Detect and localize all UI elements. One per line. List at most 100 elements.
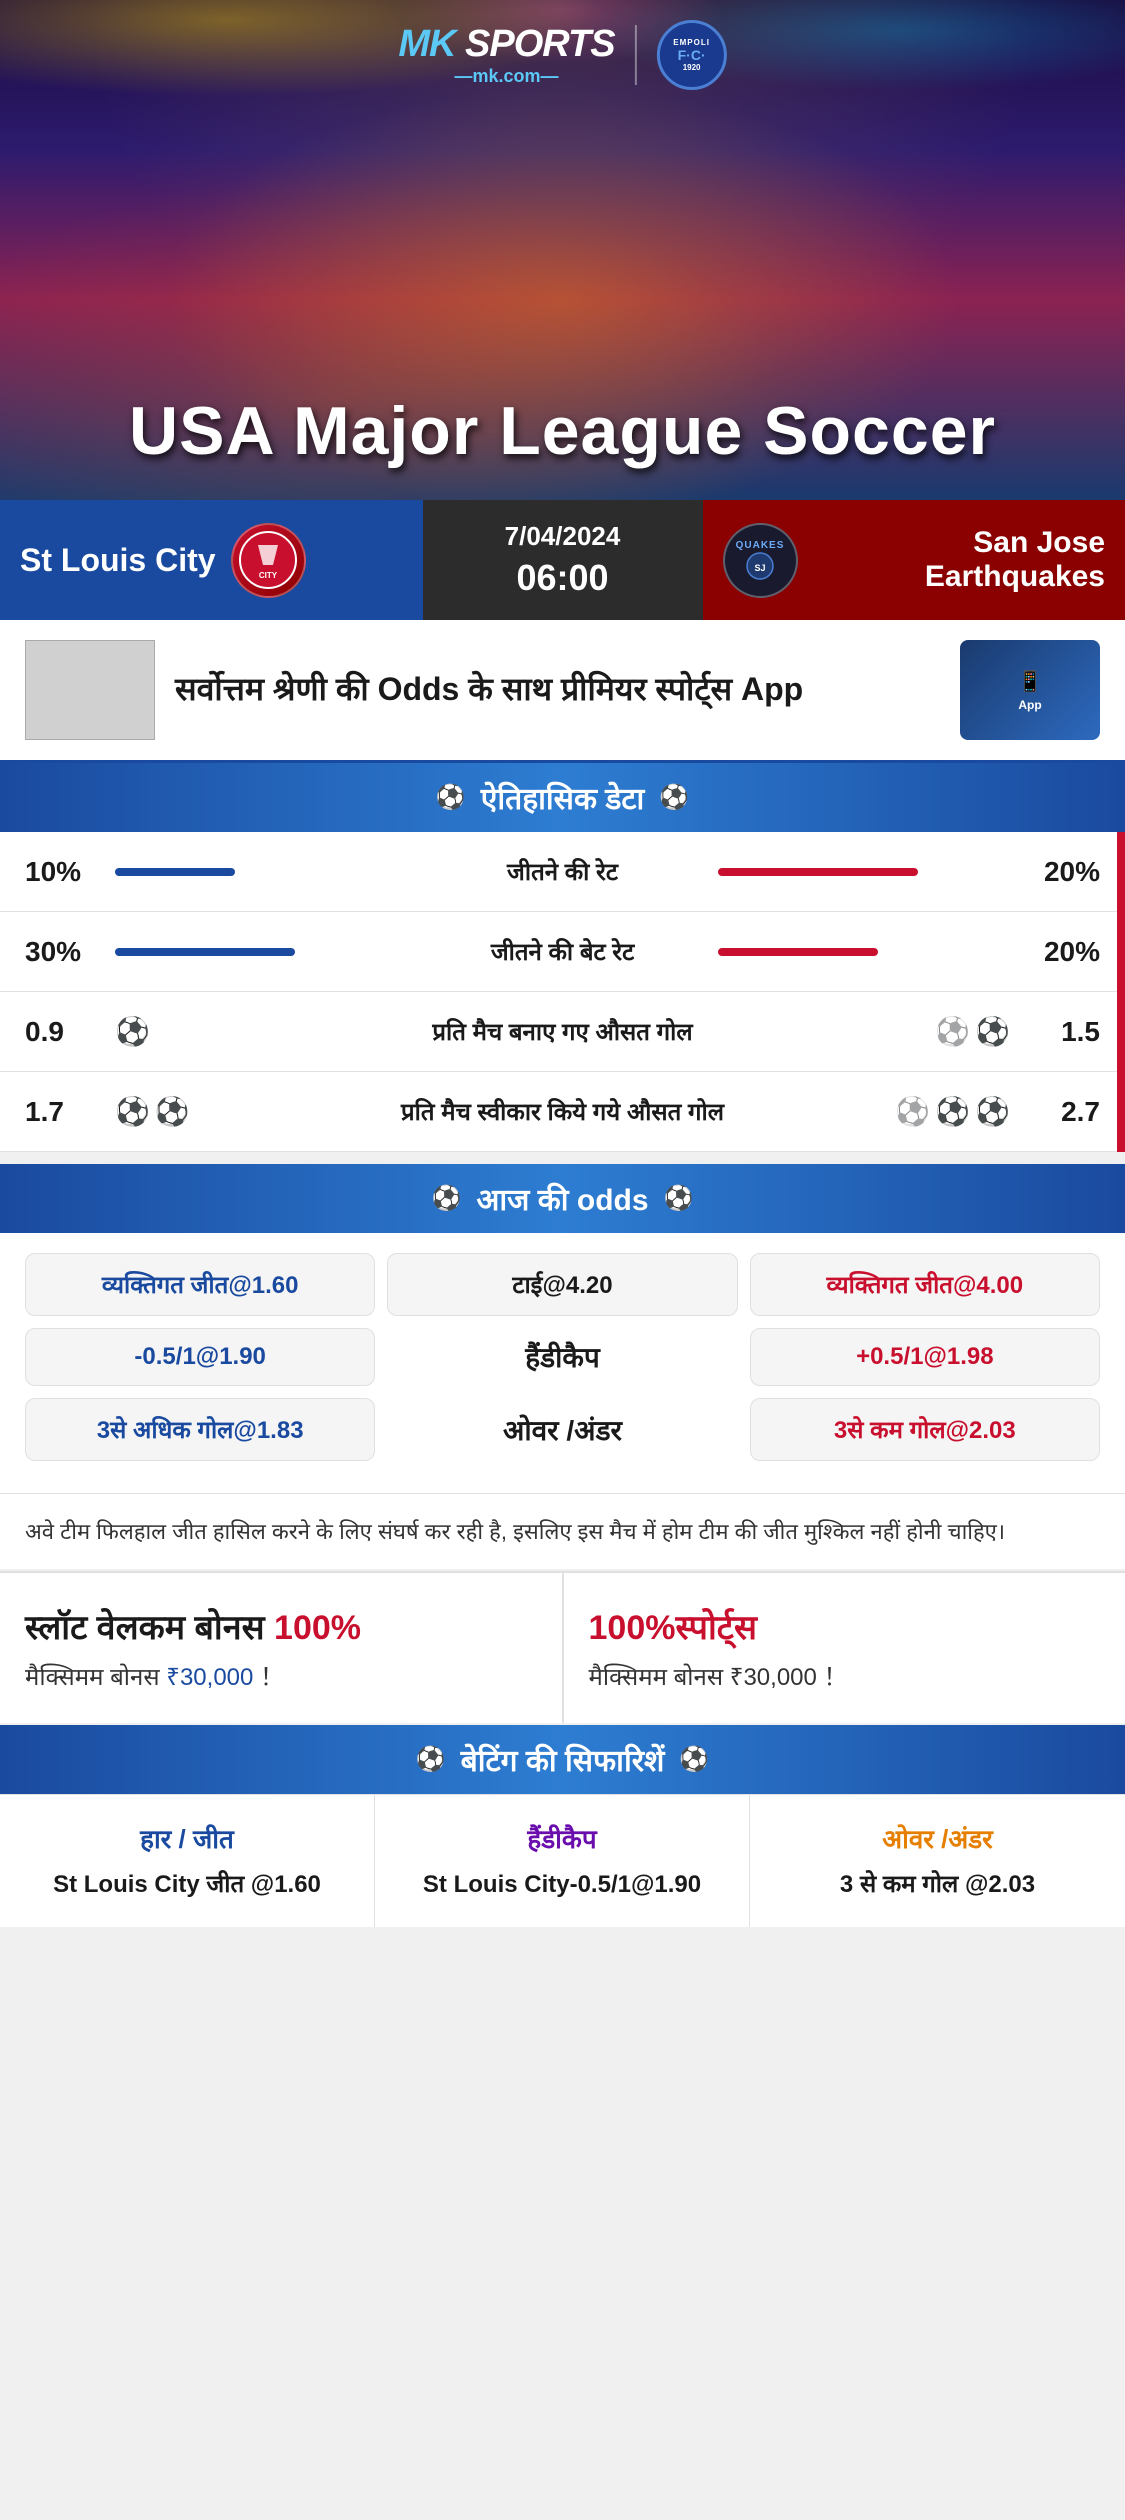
betting-ball-left: ⚽ [416,1745,446,1774]
betting-col-2: हैंडीकैप St Louis City-0.5/1@1.90 [375,1795,750,1927]
bonus-right-title: 100%स्पोर्ट्स [589,1603,1101,1649]
odds-container: ⚽ आज की odds ⚽ व्यक्तिगत जीत@1.60 टाई@4.… [0,1164,1125,1569]
odds-over-left[interactable]: 3से अधिक गोल@1.83 [25,1398,375,1461]
goals-conceded-right: 2.7 [1020,1096,1100,1128]
match-center: 7/04/2024 06:00 [423,500,703,620]
stlouis-logo: CITY [231,523,306,598]
bet-rate-bar-right [718,948,1010,956]
ball-4b: ⚽ [935,1095,970,1128]
match-time: 06:00 [516,557,608,599]
bonus-right[interactable]: 100%स्पोर्ट्स मैक्सिमम बोनस ₹30,000 ！ [564,1573,1125,1723]
betting-type-3: ओवर /अंडर [770,1820,1105,1856]
odds-section: व्यक्तिगत जीत@1.60 टाई@4.20 व्यक्तिगत जी… [0,1233,1125,1493]
odds-handicap-left[interactable]: -0.5/1@1.90 [25,1328,375,1386]
betting-section-header: ⚽ बेटिंग की सिफारिशें ⚽ [0,1725,1125,1794]
team-left: St Louis City CITY [0,500,423,620]
accent-bar-2 [1117,912,1125,992]
betting-grid: हार / जीत St Louis City जीत @1.60 हैंडीक… [0,1794,1125,1927]
logo-divider [635,25,637,85]
bet-rate-bar-left [115,948,407,956]
odds-row-3: 3से अधिक गोल@1.83 ओवर /अंडर 3से कम गोल@2… [25,1398,1100,1461]
promo-banner[interactable]: सर्वोत्तम श्रेणी की Odds के साथ प्रीमियर… [0,620,1125,763]
svg-text:SJ: SJ [754,563,765,573]
odds-personal-win-left[interactable]: व्यक्तिगत जीत@1.60 [25,1253,375,1316]
ball-3b: ⚽ [155,1095,190,1128]
note-text: अवे टीम फिलहाल जीत हासिल करने के लिए संघ… [0,1493,1125,1569]
betting-col-1: हार / जीत St Louis City जीत @1.60 [0,1795,375,1927]
bonus-left-subtitle: मैक्सिमम बोनस ₹30,000 ！ [25,1657,537,1693]
team-right: QUAKES SJ San Jose Earthquakes [703,500,1125,620]
goals-scored-left: 0.9 [25,1016,105,1048]
empoli-logo: EMPOLI F·C· 1920 [657,20,727,90]
bet-rate-left: 30% [25,936,105,968]
icons-goals-conceded-right: ⚽ ⚽ ⚽ [930,1095,1010,1128]
betting-ball-right: ⚽ [679,1745,709,1774]
icons-goals-scored-right: ⚽ ⚽ [930,1015,1010,1048]
promo-text: सर्वोत्तम श्रेणी की Odds के साथ प्रीमियर… [175,669,940,711]
ball-2a: ⚽ [935,1015,970,1048]
win-rate-label: जीतने की रेट [417,855,709,888]
odds-over-label: ओवर /अंडर [387,1398,737,1461]
betting-pick-1: St Louis City जीत @1.60 [20,1868,354,1902]
odds-title: आज की odds [476,1178,648,1219]
team-right-name: San Jose Earthquakes [813,526,1106,594]
win-rate-bar-right [718,868,1010,876]
goals-conceded-label: प्रति मैच स्वीकार किये गये औसत गोल [205,1095,920,1128]
ball-1: ⚽ [115,1015,150,1048]
accent-bar-1 [1117,832,1125,912]
historical-title: ऐतिहासिक डेटा [481,777,645,818]
odds-over-right[interactable]: 3से कम गोल@2.03 [750,1398,1100,1461]
betting-type-1: हार / जीत [20,1820,354,1856]
icons-goals-scored-left: ⚽ [115,1015,195,1048]
ball-2b: ⚽ [975,1015,1010,1048]
ball-icon-right: ⚽ [659,783,689,812]
sanjose-logo: QUAKES SJ [723,523,798,598]
bar-red-2 [718,948,878,956]
goals-conceded-left: 1.7 [25,1096,105,1128]
win-rate-bar-left [115,868,407,876]
accent-bar-4 [1117,1072,1125,1152]
odds-ball-left: ⚽ [432,1184,462,1213]
bet-rate-label: जीतने की बेट रेट [417,935,709,968]
ball-icon-left: ⚽ [436,783,466,812]
odds-handicap-label: हैंडीकैप [387,1328,737,1386]
bonus-section: स्लॉट वेलकम बोनस 100% मैक्सिमम बोनस ₹30,… [0,1571,1125,1723]
page-title: USA Major League Soccer [0,392,1125,470]
odds-handicap-right[interactable]: +0.5/1@1.98 [750,1328,1100,1386]
odds-section-header: ⚽ आज की odds ⚽ [0,1164,1125,1233]
team-left-name: St Louis City [20,542,216,579]
ball-4c: ⚽ [975,1095,1010,1128]
betting-title: बेटिंग की सिफारिशें [461,1739,665,1780]
goals-scored-right: 1.5 [1020,1016,1100,1048]
bonus-left[interactable]: स्लॉट वेलकम बोनस 100% मैक्सिमम बोनस ₹30,… [0,1573,564,1723]
win-rate-right: 20% [1020,856,1100,888]
match-bar: St Louis City CITY 7/04/2024 06:00 QUAKE… [0,500,1125,620]
betting-pick-3: 3 से कम गोल @2.03 [770,1868,1105,1902]
bonus-left-title: स्लॉट वेलकम बोनस 100% [25,1603,537,1649]
odds-ball-right: ⚽ [664,1184,694,1213]
bar-blue-1 [115,868,235,876]
accent-bar-3 [1117,992,1125,1072]
stat-row-win-rate: 10% जीतने की रेट 20% [0,832,1125,912]
ball-4a: ⚽ [895,1095,930,1128]
icons-goals-conceded-left: ⚽ ⚽ [115,1095,195,1128]
betting-col-3: ओवर /अंडर 3 से कम गोल @2.03 [750,1795,1125,1927]
bar-red-1 [718,868,918,876]
betting-type-2: हैंडीकैप [395,1820,729,1856]
stat-row-goals-scored: 0.9 ⚽ प्रति मैच बनाए गए औसत गोल ⚽ ⚽ 1.5 [0,992,1125,1072]
match-date: 7/04/2024 [505,521,621,552]
goals-scored-label: प्रति मैच बनाए गए औसत गोल [205,1015,920,1048]
mk-sports-logo: MK SPORTS —mk.com— [398,23,614,87]
odds-personal-win-right[interactable]: व्यक्तिगत जीत@4.00 [750,1253,1100,1316]
odds-tie[interactable]: टाई@4.20 [387,1253,737,1316]
promo-image-placeholder [25,640,155,740]
bar-blue-2 [115,948,295,956]
betting-section: ⚽ बेटिंग की सिफारिशें ⚽ हार / जीत St Lou… [0,1725,1125,1927]
ball-3a: ⚽ [115,1095,150,1128]
odds-row-1: व्यक्तिगत जीत@1.60 टाई@4.20 व्यक्तिगत जी… [25,1253,1100,1316]
header-logo-area: MK SPORTS —mk.com— EMPOLI F·C· 1920 [398,20,726,90]
stat-row-goals-conceded: 1.7 ⚽ ⚽ प्रति मैच स्वीकार किये गये औसत ग… [0,1072,1125,1152]
odds-row-2: -0.5/1@1.90 हैंडीकैप +0.5/1@1.98 [25,1328,1100,1386]
header-banner: MK SPORTS —mk.com— EMPOLI F·C· 1920 USA … [0,0,1125,500]
betting-pick-2: St Louis City-0.5/1@1.90 [395,1868,729,1902]
